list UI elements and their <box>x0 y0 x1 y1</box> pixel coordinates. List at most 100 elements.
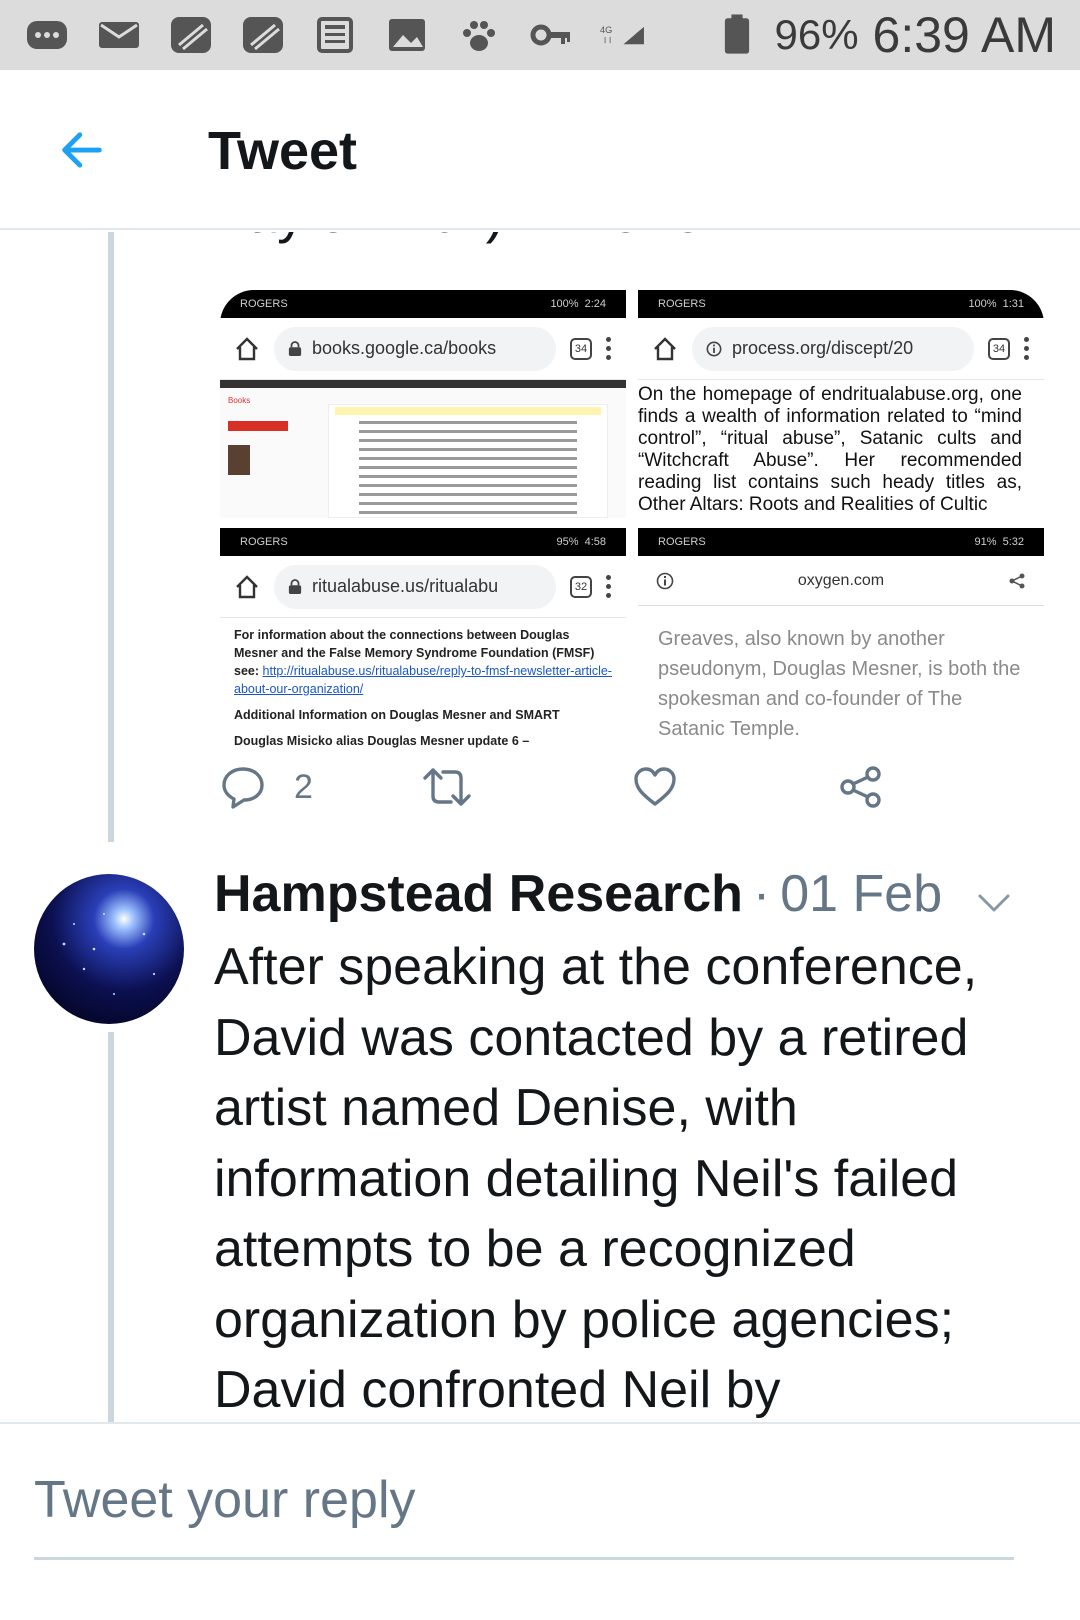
thread-connector-line <box>108 232 114 842</box>
screenshot-time: 4:58 <box>584 536 606 548</box>
screenshot-time: 1:31 <box>1002 298 1024 310</box>
like-button[interactable] <box>632 762 678 812</box>
status-right: 96% 6:39 AM <box>714 6 1056 64</box>
excerpt-link: http://ritualabuse.us/ritualabuse/reply-… <box>234 664 612 696</box>
book-cover-thumbnail <box>228 445 250 475</box>
image-icon <box>384 15 430 55</box>
reply-count: 2 <box>294 767 313 806</box>
like-icon <box>634 767 676 806</box>
google-nav-bar <box>220 380 626 388</box>
url-text: process.org/discept/20 <box>732 338 914 358</box>
battery-percent: 96% <box>774 11 859 58</box>
tweet-actions: 2 <box>220 762 1040 812</box>
screenshot-status-bar: ROGERS 100% 1:31 <box>638 290 1044 318</box>
amp-header-bar: oxygen.com <box>638 556 1044 606</box>
author-name[interactable]: Hampstead Research <box>214 864 743 924</box>
blackberry-icon <box>240 15 286 55</box>
reply-input[interactable]: Tweet your reply <box>34 1464 1014 1560</box>
conversation-thread[interactable]: Taylor Incl.) in 2010. ROGERS 100% 2:24 b… <box>0 232 1080 1470</box>
info-icon <box>656 572 674 589</box>
browser-address-bar: process.org/discept/20 34 <box>638 318 1044 380</box>
book-preview: Books <box>220 388 626 518</box>
back-button[interactable] <box>50 118 114 182</box>
article-excerpt: On the homepage of endritualabuse.org, o… <box>638 384 1022 515</box>
tweet-detail-screen: 4G 96% 6:39 AM Tweet Taylor Incl.) in 20… <box>0 0 1080 1620</box>
screenshot-status-bar: ROGERS 100% 2:24 <box>220 290 626 318</box>
lock-icon <box>288 340 302 356</box>
media-image-ritualabuse[interactable]: ROGERS 95% 4:58 ritualabuse.us/ritualabu … <box>220 528 626 756</box>
header-separator: · <box>752 865 771 923</box>
lock-icon <box>288 578 302 594</box>
blackberry-icon <box>168 15 214 55</box>
tab-count: 32 <box>570 575 592 598</box>
caret-down-icon[interactable] <box>974 888 1014 918</box>
tweet-text: After speaking at the conference, David … <box>214 938 978 1419</box>
media-image-oxygen[interactable]: ROGERS 91% 5:32 oxygen.com Greaves, also … <box>638 528 1044 756</box>
clock: 6:39 AM <box>872 7 1056 63</box>
galaxy-avatar-image <box>34 874 184 1024</box>
buy-ebook-tag <box>228 421 288 431</box>
tweet-media-grid: ROGERS 100% 2:24 books.google.ca/books 34… <box>220 290 1044 756</box>
page-title: Tweet <box>208 121 358 181</box>
retweet-button[interactable] <box>420 762 474 812</box>
retweet-icon <box>423 768 471 806</box>
thread-connector-line <box>108 1032 114 1470</box>
signal-icon: 4G <box>600 15 646 55</box>
share-icon <box>840 766 881 808</box>
more-vert-icon <box>1024 337 1030 360</box>
article-excerpt: Greaves, also known by another pseudonym… <box>658 628 1021 740</box>
share-button[interactable] <box>838 762 884 812</box>
screenshot-time: 5:32 <box>1002 536 1024 548</box>
chat-bubble-icon <box>24 15 70 55</box>
reply-button[interactable]: 2 <box>220 762 313 812</box>
media-image-books-google[interactable]: ROGERS 100% 2:24 books.google.ca/books 34… <box>220 290 626 518</box>
excerpt-heading: Douglas Misicko alias Douglas Mesner upd… <box>234 734 530 748</box>
url-pill: ritualabuse.us/ritualabu <box>274 564 556 609</box>
screenshot-status-bar: ROGERS 95% 4:58 <box>220 528 626 556</box>
news-icon <box>312 15 358 55</box>
home-icon <box>236 574 258 598</box>
book-page-scan <box>328 404 608 518</box>
url-text: books.google.ca/books <box>312 338 497 358</box>
paw-icon <box>456 15 502 55</box>
media-image-process-org[interactable]: ROGERS 100% 1:31 process.org/discept/20 3… <box>638 290 1044 518</box>
back-arrow-icon <box>62 132 102 168</box>
home-icon <box>654 336 676 360</box>
more-vert-icon <box>606 575 612 598</box>
avatar[interactable] <box>34 874 184 1024</box>
webpage-excerpt: For information about the connections be… <box>220 618 626 756</box>
screenshot-carrier: ROGERS <box>658 298 706 310</box>
email-icon <box>96 15 142 55</box>
url-pill: process.org/discept/20 <box>692 326 974 371</box>
reply-icon <box>222 767 264 809</box>
screenshot-battery: 95% <box>556 536 579 548</box>
screenshot-battery: 91% <box>974 536 997 548</box>
reply-composer: Tweet your reply <box>0 1422 1080 1620</box>
domain-label: oxygen.com <box>797 571 885 589</box>
share-icon <box>1009 573 1025 588</box>
browser-address-bar: books.google.ca/books 34 <box>220 318 626 380</box>
more-vert-icon <box>606 337 612 360</box>
browser-address-bar: ritualabuse.us/ritualabu 32 <box>220 556 626 618</box>
screenshot-carrier: ROGERS <box>240 298 288 310</box>
tab-count: 34 <box>988 337 1010 360</box>
screenshot-battery: 100% <box>550 298 579 310</box>
screenshot-carrier: ROGERS <box>240 536 288 548</box>
network-type-label: 4G <box>600 25 612 35</box>
tab-count: 34 <box>570 337 592 360</box>
screenshot-time: 2:24 <box>584 298 606 310</box>
status-bar: 4G 96% 6:39 AM <box>0 0 1080 70</box>
tweet-text-cutoff: Taylor Incl.) in 2010. <box>218 232 719 245</box>
screenshot-battery: 100% <box>968 298 997 310</box>
top-app-bar: Tweet <box>0 70 1080 230</box>
tweet-header: Hampstead Research · 01 Feb <box>214 864 1044 934</box>
url-text: ritualabuse.us/ritualabu <box>312 576 499 596</box>
key-icon <box>528 15 574 55</box>
home-icon <box>236 336 258 360</box>
book-sidebar: Books <box>220 388 320 518</box>
books-label: Books <box>228 396 251 405</box>
url-pill: books.google.ca/books <box>274 326 556 371</box>
screenshot-carrier: ROGERS <box>658 536 706 548</box>
info-icon <box>706 341 722 356</box>
battery-icon <box>714 14 760 55</box>
